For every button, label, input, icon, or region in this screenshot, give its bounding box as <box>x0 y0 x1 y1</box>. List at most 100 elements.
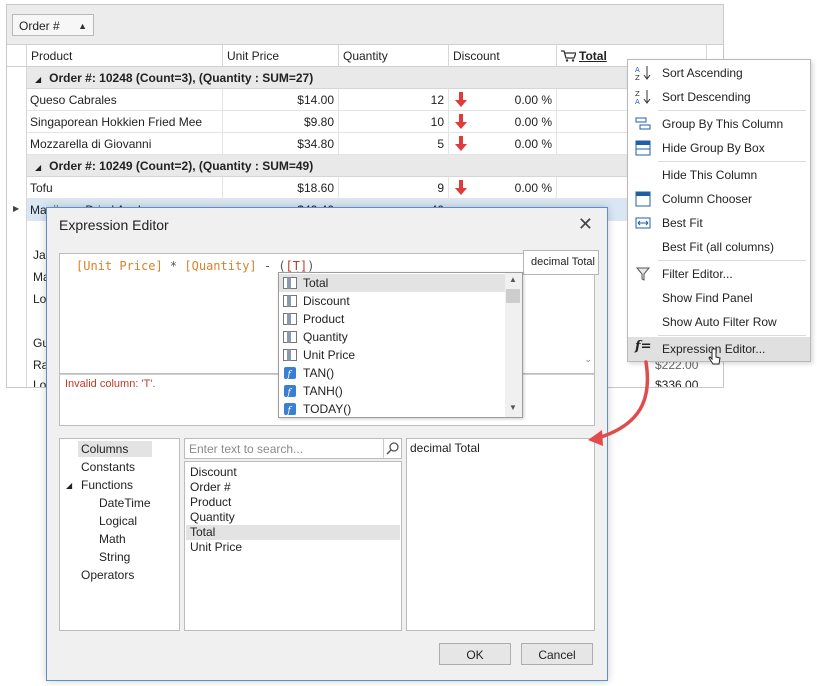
expression-token: * <box>162 259 185 273</box>
row-indicator-column <box>7 45 27 387</box>
list-item[interactable]: Order # <box>186 480 400 495</box>
focused-row-indicator-icon: ▶ <box>13 204 20 213</box>
menu-item-show-find-panel[interactable]: Show Find Panel <box>628 286 810 310</box>
best-fit-icon <box>635 217 651 229</box>
expression-editor-dialog: Expression Editor ✕ [Unit Price] * [Quan… <box>46 207 608 681</box>
autocomplete-label: Discount <box>303 294 350 308</box>
group-row-10249[interactable]: ◢ Order #: 10249 (Count=2), (Quantity : S… <box>27 155 723 177</box>
autocomplete-item[interactable]: Unit Price <box>279 346 505 364</box>
menu-item-filter-editor[interactable]: Filter Editor... <box>628 262 810 286</box>
cell-product[interactable]: Queso Cabrales <box>27 89 223 110</box>
list-item[interactable]: Unit Price <box>186 540 400 555</box>
cell-product[interactable]: Tofu <box>27 177 223 198</box>
cell-product[interactable]: Singaporean Hokkien Fried Mee <box>27 111 223 132</box>
menu-item-label: Best Fit (all columns) <box>662 240 775 254</box>
table-row[interactable]: Queso Cabrales $14.00 12 0.00 % <box>27 89 723 111</box>
group-row-label: Order #: 10248 (Count=3), (Quantity : SU… <box>49 71 314 85</box>
menu-item-sort-descending[interactable]: ZA Sort Descending <box>628 85 810 109</box>
ok-button[interactable]: OK <box>439 643 511 665</box>
tree-item-string[interactable]: String <box>96 549 133 565</box>
menu-item-show-auto-filter-row[interactable]: Show Auto Filter Row <box>628 310 810 334</box>
group-row-10248[interactable]: ◢ Order #: 10248 (Count=3), (Quantity : S… <box>27 67 723 89</box>
cell-unit-price[interactable]: $14.00 <box>223 89 339 110</box>
tree-item-constants[interactable]: Constants <box>78 459 138 475</box>
tree-item-datetime[interactable]: DateTime <box>96 495 154 511</box>
cell-unit-price[interactable]: $34.80 <box>223 133 339 154</box>
tree-item-math[interactable]: Math <box>96 531 129 547</box>
autocomplete-item[interactable]: Quantity <box>279 328 505 346</box>
search-input[interactable]: Enter text to search... <box>184 438 402 459</box>
collapse-icon[interactable]: ◢ <box>66 481 72 490</box>
list-item-selected[interactable]: Total <box>186 525 400 540</box>
chevron-down-icon[interactable]: ▼ <box>509 403 517 412</box>
cancel-button[interactable]: Cancel <box>521 643 593 665</box>
search-icon <box>386 442 399 455</box>
table-row[interactable]: Singaporean Hokkien Fried Mee $9.80 10 0… <box>27 111 723 133</box>
column-chooser-icon <box>635 191 651 207</box>
menu-separator <box>658 335 806 336</box>
autocomplete-scrollbar[interactable]: ▲ ▼ <box>505 273 522 417</box>
menu-item-hide-column[interactable]: Hide This Column <box>628 163 810 187</box>
discount-value: 0.00 % <box>514 115 552 129</box>
cell-discount[interactable]: 0.00 % <box>449 111 557 132</box>
autocomplete-item[interactable]: f TANH() <box>279 382 505 400</box>
chevron-up-icon[interactable]: ▲ <box>509 275 517 284</box>
menu-separator <box>658 161 806 162</box>
sort-up-icon: ▲ <box>78 21 87 31</box>
chevron-down-icon[interactable]: ⌄ <box>584 354 592 365</box>
cell-discount[interactable]: 0.00 % <box>449 177 557 198</box>
field-list: Discount Order # Product Quantity Total … <box>184 461 402 631</box>
close-icon[interactable]: ✕ <box>578 214 593 235</box>
collapse-icon[interactable]: ◢ <box>35 163 41 172</box>
column-header-unit-price[interactable]: Unit Price <box>223 45 339 67</box>
filter-icon <box>635 267 651 281</box>
header-indicator <box>7 45 27 67</box>
expression-token: - ( <box>256 259 286 273</box>
tree-item-operators[interactable]: Operators <box>78 567 137 583</box>
tree-item-columns[interactable]: Columns <box>78 441 152 457</box>
menu-item-hide-group-box[interactable]: Hide Group By Box <box>628 136 810 160</box>
menu-item-label: Column Chooser <box>662 192 753 206</box>
cell-quantity[interactable]: 5 <box>339 133 449 154</box>
menu-item-best-fit-all[interactable]: Best Fit (all columns) <box>628 235 810 259</box>
search-button[interactable] <box>383 439 401 458</box>
cell-discount[interactable]: 0.00 % <box>449 133 557 154</box>
group-box-order[interactable]: Order # ▲ <box>12 14 94 36</box>
expression-token: [Quantity] <box>184 259 257 273</box>
table-row[interactable]: Tofu $18.60 9 0.00 % <box>27 177 723 199</box>
autocomplete-item[interactable]: f TAN() <box>279 364 505 382</box>
function-icon: f= <box>635 339 652 354</box>
cell-unit-price[interactable]: $18.60 <box>223 177 339 198</box>
function-icon: f <box>284 385 296 397</box>
list-item[interactable]: Product <box>186 495 400 510</box>
cell-quantity[interactable]: 12 <box>339 89 449 110</box>
menu-item-sort-ascending[interactable]: AZ Sort Ascending <box>628 61 810 85</box>
table-row[interactable]: Mozzarella di Giovanni $34.80 5 0.00 % <box>27 133 723 155</box>
scrollbar-thumb[interactable] <box>506 289 520 303</box>
menu-item-group-by-column[interactable]: Group By This Column <box>628 112 810 136</box>
autocomplete-item[interactable]: Product <box>279 310 505 328</box>
column-header-quantity[interactable]: Quantity <box>339 45 449 67</box>
autocomplete-item[interactable]: Discount <box>279 292 505 310</box>
column-header-product[interactable]: Product <box>27 45 223 67</box>
column-header-discount[interactable]: Discount <box>449 45 557 67</box>
autocomplete-item[interactable]: Total <box>279 274 505 292</box>
discount-value: 0.00 % <box>514 181 552 195</box>
search-placeholder: Enter text to search... <box>189 442 304 456</box>
total-header-label: Total <box>579 49 607 63</box>
cell-unit-price[interactable]: $9.80 <box>223 111 339 132</box>
cell-quantity[interactable]: 9 <box>339 177 449 198</box>
menu-item-column-chooser[interactable]: Column Chooser <box>628 187 810 211</box>
expression-token: ) <box>307 259 315 273</box>
collapse-icon[interactable]: ◢ <box>35 75 41 84</box>
cell-discount[interactable]: 0.00 % <box>449 89 557 110</box>
autocomplete-item[interactable]: f TODAY() <box>279 400 505 418</box>
list-item[interactable]: Quantity <box>186 510 400 525</box>
menu-item-best-fit[interactable]: Best Fit <box>628 211 810 235</box>
list-item[interactable]: Discount <box>186 465 400 480</box>
tree-item-functions[interactable]: Functions <box>78 477 136 493</box>
arrow-down-icon <box>455 114 467 129</box>
tree-item-logical[interactable]: Logical <box>96 513 140 529</box>
cell-product[interactable]: Mozzarella di Giovanni <box>27 133 223 154</box>
cell-quantity[interactable]: 10 <box>339 111 449 132</box>
